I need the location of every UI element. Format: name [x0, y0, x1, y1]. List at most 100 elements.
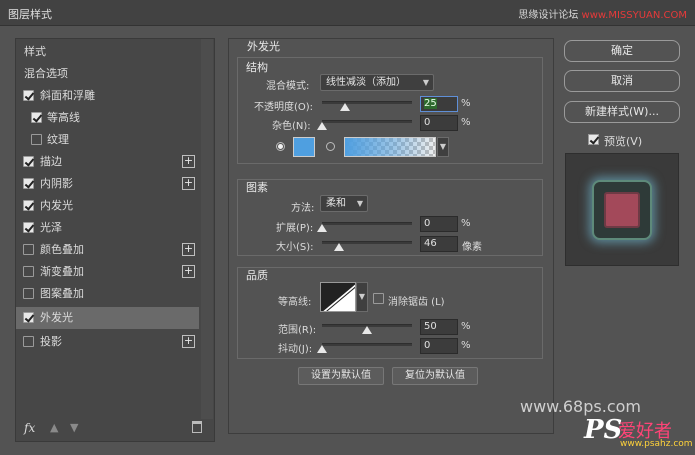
corner-watermark-logo: PS 爱好者 www.psahz.com [584, 415, 693, 451]
quality-group-title: 品质 [246, 269, 268, 282]
opacity-label: 不透明度(O): [254, 102, 314, 113]
add-inner-shadow-plus-icon[interactable]: + [182, 177, 195, 190]
add-drop-shadow-plus-icon[interactable]: + [182, 335, 195, 348]
style-item-outer-glow[interactable]: 外发光 [16, 307, 199, 329]
style-item-texture[interactable]: 纹理 [16, 129, 199, 151]
spread-input[interactable]: 0 [420, 216, 458, 232]
style-item-stroke[interactable]: 描边 + [16, 151, 199, 173]
bevel-emboss-checkbox[interactable] [23, 90, 34, 101]
drop-shadow-checkbox[interactable] [23, 336, 34, 347]
blend-mode-select[interactable]: 线性减淡（添加） ▼ [320, 74, 434, 91]
new-style-button[interactable]: 新建样式(W)... [564, 101, 680, 123]
style-item-drop-shadow[interactable]: 投影 + [16, 331, 199, 353]
noise-input[interactable]: 0 [420, 115, 458, 131]
pattern-overlay-checkbox[interactable] [23, 288, 34, 299]
color-overlay-checkbox[interactable] [23, 244, 34, 255]
structure-group-title: 结构 [246, 61, 268, 74]
contour-picker-chevron-icon[interactable]: ▼ [356, 282, 368, 312]
move-down-icon[interactable]: ▼ [70, 421, 78, 434]
antialias-checkbox[interactable] [373, 293, 384, 304]
gradient-picker-chevron-icon[interactable]: ▼ [437, 137, 449, 157]
technique-value: 柔和 [326, 198, 346, 209]
fx-menu-icon[interactable]: fx [24, 421, 35, 435]
reset-default-button[interactable]: 复位为默认值 [392, 367, 478, 385]
range-value: 50 [424, 321, 437, 332]
style-item-blending-options[interactable]: 混合选项 [16, 63, 199, 85]
blend-mode-label: 混合模式: [266, 81, 310, 92]
style-list-scrollbar[interactable] [201, 39, 213, 419]
chevron-down-icon: ▼ [422, 78, 429, 87]
spread-unit: % [461, 218, 471, 229]
size-slider-thumb[interactable] [333, 243, 344, 251]
outer-glow-checkbox[interactable] [23, 312, 34, 323]
contour-label: 等高线: [278, 297, 312, 308]
style-item-label: 等高线 [47, 111, 80, 124]
glow-color-swatch[interactable] [293, 137, 315, 157]
noise-value: 0 [424, 117, 431, 128]
add-color-overlay-plus-icon[interactable]: + [182, 243, 195, 256]
move-up-icon[interactable]: ▲ [50, 421, 58, 434]
style-list-panel: 样式 混合选项 斜面和浮雕 等高线 纹理 描边 + 内阴影 + 内发光 光泽 颜… [15, 38, 215, 442]
watermark-site: www.MISSYUAN.COM [581, 10, 687, 21]
preview-core [604, 192, 640, 228]
range-slider-thumb[interactable] [362, 326, 372, 334]
style-item-bevel-emboss[interactable]: 斜面和浮雕 [16, 85, 199, 107]
style-item-label: 描边 [40, 155, 62, 168]
technique-select[interactable]: 柔和 ▼ [320, 195, 368, 212]
noise-label: 杂色(N): [272, 121, 311, 132]
size-value: 46 [424, 238, 437, 249]
range-input[interactable]: 50 [420, 319, 458, 335]
watermark-prefix: 思缘设计论坛 [518, 10, 579, 21]
noise-slider-thumb[interactable] [317, 122, 327, 130]
structure-group: 结构 混合模式: 线性减淡（添加） ▼ 不透明度(O): 25 % 杂色(N):… [237, 57, 543, 164]
style-item-gradient-overlay[interactable]: 渐变叠加 + [16, 261, 199, 283]
jitter-slider-track[interactable] [322, 343, 412, 346]
satin-checkbox[interactable] [23, 222, 34, 233]
jitter-slider-thumb[interactable] [317, 345, 327, 353]
inner-shadow-checkbox[interactable] [23, 178, 34, 189]
opacity-input[interactable]: 25 [420, 96, 458, 112]
opacity-slider-track[interactable] [322, 101, 412, 104]
jitter-input[interactable]: 0 [420, 338, 458, 354]
texture-checkbox[interactable] [31, 134, 42, 145]
style-item-pattern-overlay[interactable]: 图案叠加 [16, 283, 199, 305]
size-input[interactable]: 46 [420, 236, 458, 252]
delete-effect-trash-icon[interactable] [192, 421, 202, 433]
inner-glow-checkbox[interactable] [23, 200, 34, 211]
style-item-color-overlay[interactable]: 颜色叠加 + [16, 239, 199, 261]
chevron-down-icon: ▼ [356, 199, 363, 208]
style-item-contour[interactable]: 等高线 [16, 107, 199, 129]
jitter-unit: % [461, 340, 471, 351]
contour-curve-preview[interactable] [320, 282, 356, 312]
style-item-label: 样式 [24, 45, 46, 58]
gradient-overlay-checkbox[interactable] [23, 266, 34, 277]
noise-slider-track[interactable] [322, 120, 412, 123]
opacity-value: 25 [424, 98, 437, 109]
opacity-slider-thumb[interactable] [339, 103, 350, 111]
outer-glow-panel: 外发光 结构 混合模式: 线性减淡（添加） ▼ 不透明度(O): 25 % 杂色… [228, 38, 554, 434]
style-item-satin[interactable]: 光泽 [16, 217, 199, 239]
noise-unit: % [461, 117, 471, 128]
style-item-inner-shadow[interactable]: 内阴影 + [16, 173, 199, 195]
gradient-radio[interactable] [326, 142, 335, 151]
spread-slider-track[interactable] [322, 222, 412, 225]
style-item-label: 图案叠加 [40, 287, 84, 300]
ok-button[interactable]: 确定 [564, 40, 680, 62]
spread-slider-thumb[interactable] [317, 224, 327, 232]
contour-checkbox[interactable] [31, 112, 42, 123]
make-default-button[interactable]: 设置为默认值 [298, 367, 384, 385]
add-gradient-overlay-plus-icon[interactable]: + [182, 265, 195, 278]
style-item-styles[interactable]: 样式 [16, 41, 199, 63]
style-item-label: 混合选项 [24, 67, 68, 80]
opacity-unit: % [461, 98, 471, 109]
antialias-label: 消除锯齿 (L) [388, 297, 445, 308]
cancel-button[interactable]: 取消 [564, 70, 680, 92]
glow-gradient-preview[interactable] [344, 137, 436, 157]
technique-label: 方法: [291, 203, 315, 214]
preview-checkbox[interactable] [588, 134, 599, 145]
add-stroke-plus-icon[interactable]: + [182, 155, 195, 168]
stroke-checkbox[interactable] [23, 156, 34, 167]
solid-color-radio[interactable] [276, 142, 285, 151]
style-list-footer: fx ▲ ▼ [16, 417, 214, 441]
style-item-inner-glow[interactable]: 内发光 [16, 195, 199, 217]
